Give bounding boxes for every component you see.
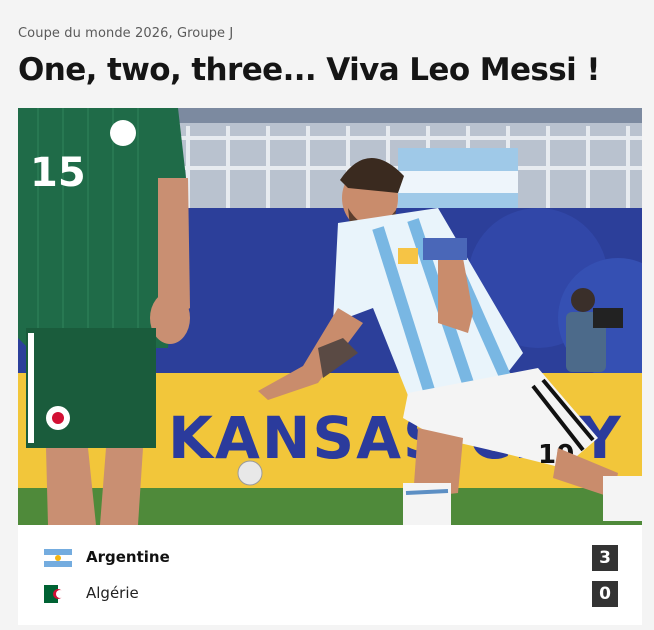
jersey-number-15: 15 [30,150,86,196]
ball [237,460,263,486]
photographer [571,288,595,312]
team-name: Argentine [86,548,170,566]
article-headline[interactable]: One, two, three... Viva Leo Messi ! [18,52,600,88]
algeria-flag-icon [44,585,72,603]
team-score: 3 [592,545,618,571]
team-name: Algérie [86,584,139,602]
competition-label[interactable]: Coupe du monde 2026, Groupe J [18,26,233,41]
team-score: 0 [592,581,618,607]
team-row-algeria: Algérie 0 [18,579,642,609]
match-score[interactable]: Argentine 3 Algérie 0 [18,525,642,625]
match-photo[interactable]: KANSAS CITY 15 10 [18,108,642,525]
match-photo-illustration: KANSAS CITY 15 10 [18,108,642,525]
team-row-argentina: Argentine 3 [18,543,642,573]
article-card: Coupe du monde 2026, Groupe J One, two, … [0,0,654,630]
argentina-flag-icon [44,549,72,567]
